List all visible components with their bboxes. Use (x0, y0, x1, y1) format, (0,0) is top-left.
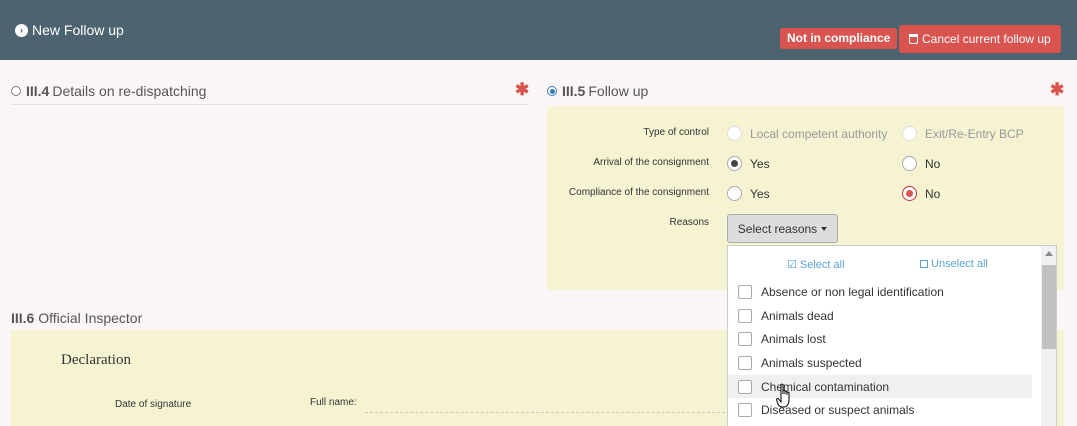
section-34-header[interactable]: III.4 Details on re-dispatching (11, 83, 206, 99)
reason-item[interactable]: Diseased or suspect animals (728, 398, 1032, 421)
reason-item[interactable]: Chemical contamination (728, 375, 1032, 398)
reason-item[interactable]: Animals dead (728, 304, 1032, 327)
select-reasons-button[interactable]: Select reasons (727, 214, 838, 243)
reason-checkbox[interactable] (738, 284, 752, 299)
compliance-no-option[interactable]: No (902, 186, 940, 201)
compliance-no-radio[interactable] (902, 186, 917, 201)
section-34-number: III.4 (26, 83, 50, 99)
compliance-yes-label: Yes (750, 186, 770, 201)
compliance-label: Compliance of the consignment (568, 187, 709, 198)
arrival-label: Arrival of the consignment (593, 157, 709, 168)
reason-label: Absence or non legal identification (761, 284, 944, 299)
reason-item[interactable]: Animals lost (728, 327, 1032, 350)
cancel-follow-up-label: Cancel current follow up (922, 32, 1051, 46)
hand-pointer-icon (776, 383, 790, 408)
select-reasons-label: Select reasons (737, 221, 818, 236)
cancel-follow-up-button[interactable]: Cancel current follow up (899, 25, 1061, 53)
control-local-authority-option[interactable]: Local competent authority (727, 126, 887, 141)
page-title: › New Follow up (15, 22, 124, 38)
control-local-authority-radio[interactable] (727, 126, 742, 141)
select-all-label: Select all (799, 258, 845, 271)
control-exit-bcp-option[interactable]: Exit/Re-Entry BCP (902, 126, 1024, 141)
arrival-no-label: No (925, 156, 941, 171)
compliance-yes-option[interactable]: Yes (727, 186, 770, 201)
reason-checkbox[interactable] (738, 355, 752, 370)
section-36-number: III.6 (11, 310, 35, 326)
required-asterisk-icon: ✱ (515, 80, 530, 99)
required-asterisk-icon: ✱ (1050, 80, 1065, 99)
reason-label: Animals lost (761, 331, 826, 346)
compliance-no-label: No (925, 186, 941, 201)
unselect-all-label: Unselect all (931, 258, 988, 270)
caret-down-icon (821, 226, 828, 231)
section-34-radio[interactable] (11, 86, 21, 96)
reason-label: Animals suspected (761, 355, 862, 370)
reason-checkbox[interactable] (738, 402, 752, 417)
reason-checkbox[interactable] (738, 331, 752, 346)
control-exit-bcp-radio[interactable] (902, 126, 917, 141)
select-all-link[interactable]: ☑ Select all (787, 258, 845, 272)
page-header: › New Follow up Not in compliance Cancel… (0, 0, 1077, 60)
full-name-field[interactable] (365, 412, 725, 413)
section-35-radio[interactable] (547, 86, 557, 96)
reason-checkbox[interactable] (738, 308, 752, 323)
reason-item[interactable]: Animals suspected (728, 351, 1032, 374)
arrival-yes-option[interactable]: Yes (727, 156, 770, 171)
section-35-number: III.5 (562, 83, 586, 99)
date-of-signature-label: Date of signature (115, 399, 192, 410)
trash-icon (909, 34, 918, 44)
reason-item[interactable] (728, 422, 1032, 426)
compliance-yes-radio[interactable] (727, 186, 742, 201)
section-36-header: III.6 Official Inspector (11, 310, 142, 326)
page-title-text: New Follow up (32, 22, 124, 38)
dropdown-scrollbar[interactable] (1041, 246, 1056, 426)
arrival-yes-radio[interactable] (727, 156, 742, 171)
unselect-all-link[interactable]: Unselect all (920, 258, 988, 270)
section-34-title: Details on re-dispatching (52, 83, 207, 99)
scroll-up-arrow-icon[interactable] (1045, 251, 1053, 256)
reason-checkbox[interactable] (738, 379, 752, 394)
declaration-heading: Declaration (61, 352, 131, 368)
type-of-control-label: Type of control (643, 127, 709, 138)
arrival-no-option[interactable]: No (902, 156, 940, 171)
section-35-header[interactable]: III.5 Follow up (547, 83, 648, 99)
section-34-divider (11, 104, 529, 105)
section-35-title: Follow up (588, 83, 649, 99)
arrival-no-radio[interactable] (902, 156, 917, 171)
section-36-title: Official Inspector (38, 310, 143, 326)
compliance-status-badge: Not in compliance (780, 28, 898, 49)
full-name-label: Full name: (310, 397, 357, 408)
arrival-yes-label: Yes (750, 156, 770, 171)
reasons-label: Reasons (669, 217, 709, 228)
reason-item[interactable]: Absence or non legal identification (728, 280, 1032, 303)
dropdown-actions: ☑ Select all Unselect all (728, 246, 1042, 282)
square-icon (920, 260, 928, 268)
scrollbar-thumb[interactable] (1042, 265, 1056, 349)
chevron-circle-right-icon: › (15, 23, 28, 37)
reason-label: Animals dead (761, 308, 834, 323)
check-square-icon: ☑ (787, 259, 797, 271)
control-exit-bcp-label: Exit/Re-Entry BCP (925, 126, 1024, 141)
control-local-authority-label: Local competent authority (750, 126, 888, 141)
